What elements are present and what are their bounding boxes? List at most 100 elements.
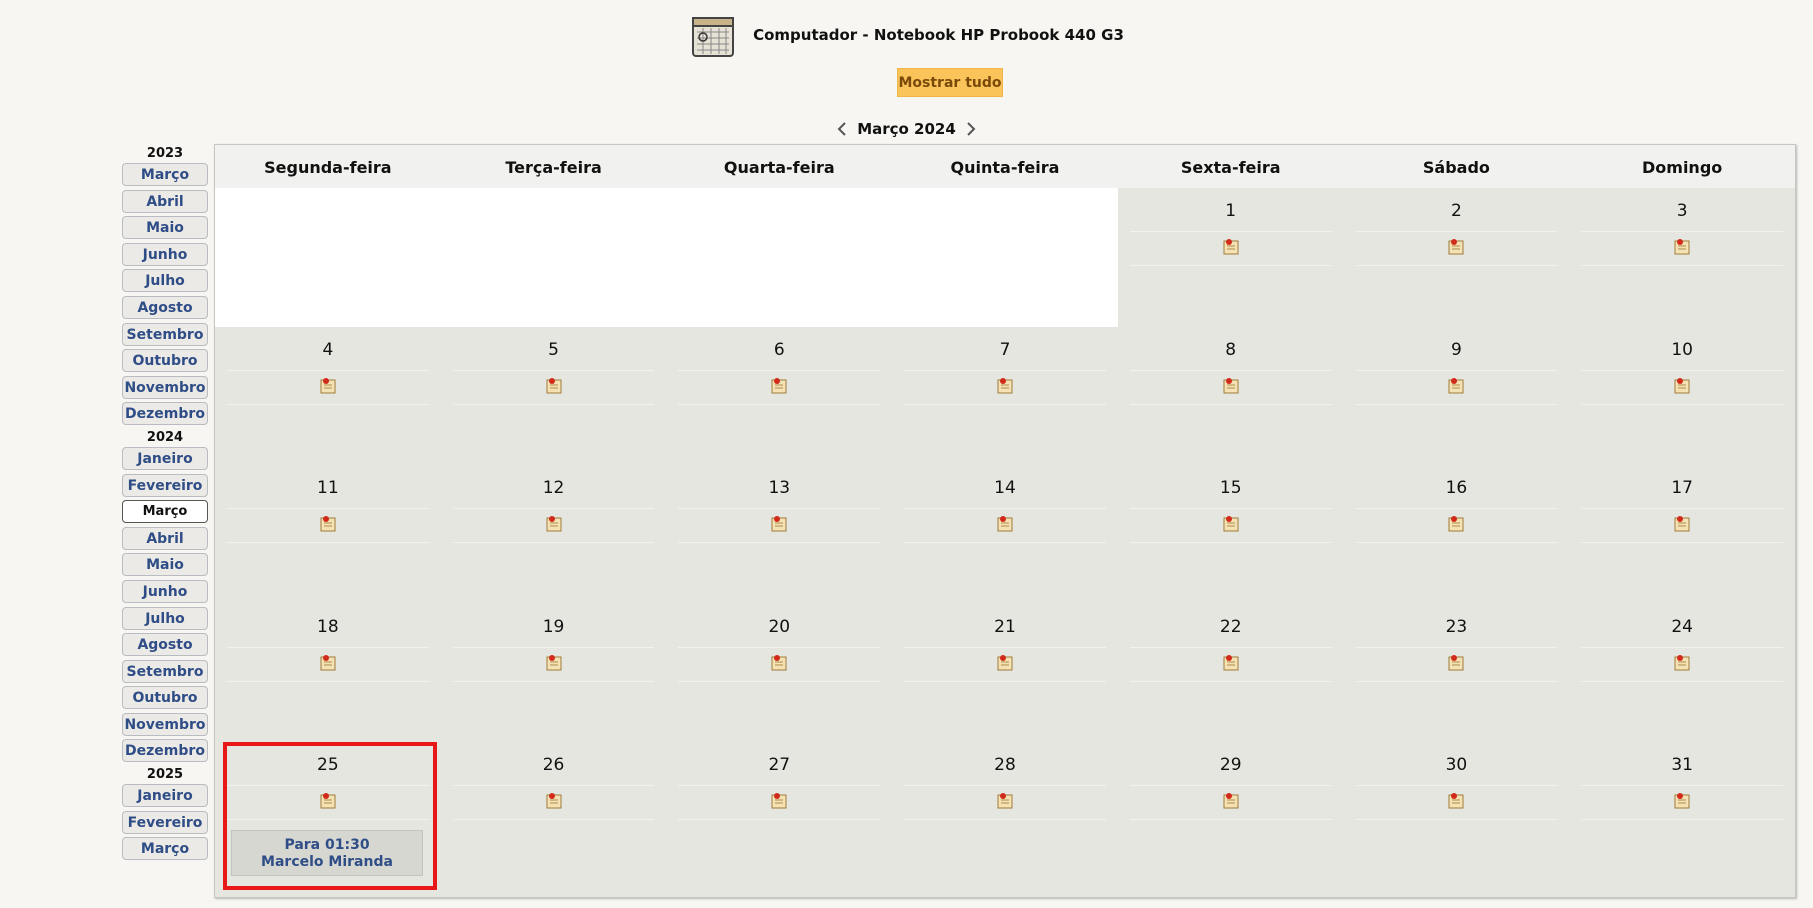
add-reservation-icon[interactable] [1221, 653, 1241, 673]
reservation-event[interactable]: Para 01:30 Marcelo Miranda [231, 830, 423, 876]
calendar-week: 1 2 3 [215, 188, 1795, 327]
day-cell[interactable]: 30 [1343, 742, 1570, 881]
month-button[interactable]: Fevereiro [122, 810, 208, 834]
day-cell[interactable]: 3 [1569, 188, 1795, 327]
day-cell[interactable]: 4 [215, 326, 441, 465]
month-button[interactable]: Outubro [122, 686, 208, 710]
day-cell[interactable]: 2 [1343, 188, 1570, 327]
add-reservation-icon[interactable] [769, 653, 789, 673]
add-reservation-icon[interactable] [1446, 791, 1466, 811]
day-cell[interactable]: 17 [1569, 465, 1795, 604]
day-cell[interactable]: 1 [1117, 188, 1344, 327]
add-reservation-icon[interactable] [995, 376, 1015, 396]
month-button[interactable]: Janeiro [122, 446, 208, 470]
day-cell[interactable]: 21 [892, 603, 1118, 742]
add-reservation-icon[interactable] [1221, 791, 1241, 811]
day-cell[interactable]: 24 [1569, 603, 1795, 742]
month-button[interactable]: Março [122, 837, 208, 861]
add-reservation-icon[interactable] [1672, 514, 1692, 534]
day-cell[interactable]: 25 Para 01:30 Marcelo Miranda [215, 742, 441, 881]
day-cell[interactable]: 14 [892, 465, 1118, 604]
month-button[interactable]: Fevereiro [122, 473, 208, 497]
add-reservation-icon[interactable] [1672, 237, 1692, 257]
day-cell[interactable]: 23 [1343, 603, 1570, 742]
add-reservation-icon[interactable] [1446, 514, 1466, 534]
chevron-right-icon[interactable] [964, 120, 978, 138]
add-reservation-icon[interactable] [318, 514, 338, 534]
month-button[interactable]: Março [122, 163, 208, 186]
month-button[interactable]: Outubro [122, 349, 208, 373]
month-button[interactable]: Novembro [122, 375, 208, 399]
day-cell[interactable]: 31 [1569, 742, 1795, 881]
day-cell[interactable]: 12 [440, 465, 667, 604]
day-cell[interactable]: 28 [892, 742, 1118, 881]
add-reservation-icon[interactable] [995, 653, 1015, 673]
add-reservation-icon[interactable] [544, 653, 564, 673]
month-button[interactable]: Setembro [122, 659, 208, 683]
chevron-left-icon[interactable] [835, 120, 849, 138]
month-button[interactable]: Dezembro [122, 402, 208, 426]
weekday-label: Quarta-feira [723, 158, 835, 177]
day-cell[interactable]: 9 [1343, 326, 1570, 465]
add-reservation-icon[interactable] [544, 791, 564, 811]
divider [227, 403, 429, 405]
day-cell[interactable]: 5 [440, 326, 667, 465]
add-reservation-icon[interactable] [995, 791, 1015, 811]
divider [1129, 231, 1332, 232]
day-cell[interactable]: 11 [215, 465, 441, 604]
month-button[interactable]: Dezembro [122, 739, 208, 763]
add-reservation-icon[interactable] [318, 791, 338, 811]
month-button[interactable]: Setembro [122, 322, 208, 346]
day-cell[interactable]: 20 [666, 603, 893, 742]
add-reservation-icon[interactable] [1446, 237, 1466, 257]
month-button[interactable]: Abril [122, 526, 208, 550]
day-cell[interactable]: 8 [1117, 326, 1344, 465]
month-button[interactable]: Janeiro [122, 784, 208, 808]
divider [1355, 542, 1558, 543]
day-cell[interactable]: 7 [892, 326, 1118, 465]
add-reservation-icon[interactable] [1221, 237, 1241, 257]
add-reservation-icon[interactable] [769, 514, 789, 534]
day-number: 9 [1451, 339, 1462, 360]
add-reservation-icon[interactable] [769, 791, 789, 811]
day-cell[interactable]: 19 [440, 603, 667, 742]
day-number: 14 [994, 478, 1016, 498]
month-button[interactable]: Maio [122, 216, 208, 240]
day-cell[interactable]: 29 [1117, 742, 1344, 881]
month-button[interactable]: Abril [122, 189, 208, 213]
add-reservation-icon[interactable] [544, 376, 564, 396]
month-button[interactable]: Março [122, 500, 208, 524]
day-cell[interactable]: 15 [1117, 465, 1344, 604]
month-button[interactable]: Junho [122, 579, 208, 603]
add-reservation-icon[interactable] [1672, 376, 1692, 396]
day-cell[interactable]: 13 [666, 465, 893, 604]
add-reservation-icon[interactable] [318, 376, 338, 396]
add-reservation-icon[interactable] [1221, 376, 1241, 396]
add-reservation-icon[interactable] [318, 653, 338, 673]
day-cell[interactable]: 27 [666, 742, 893, 881]
month-button[interactable]: Maio [122, 553, 208, 577]
add-reservation-icon[interactable] [544, 514, 564, 534]
month-button[interactable]: Julho [122, 269, 208, 293]
add-reservation-icon[interactable] [1446, 376, 1466, 396]
day-cell[interactable]: 16 [1343, 465, 1570, 604]
add-reservation-icon[interactable] [1221, 514, 1241, 534]
month-button[interactable]: Junho [122, 242, 208, 266]
add-reservation-icon[interactable] [995, 514, 1015, 534]
empty-day-cell [666, 188, 893, 327]
divider [1129, 369, 1332, 371]
day-cell[interactable]: 26 [440, 742, 667, 881]
add-reservation-icon[interactable] [1672, 791, 1692, 811]
month-button[interactable]: Agosto [122, 633, 208, 657]
month-button[interactable]: Agosto [122, 295, 208, 319]
show-all-button[interactable]: Mostrar tudo [897, 68, 1003, 97]
day-cell[interactable]: 6 [666, 326, 893, 465]
add-reservation-icon[interactable] [769, 376, 789, 396]
add-reservation-icon[interactable] [1672, 653, 1692, 673]
month-button[interactable]: Novembro [122, 712, 208, 736]
day-cell[interactable]: 22 [1117, 603, 1344, 742]
month-button[interactable]: Julho [122, 606, 208, 630]
day-cell[interactable]: 10 [1569, 326, 1795, 465]
day-cell[interactable]: 18 [215, 603, 441, 742]
add-reservation-icon[interactable] [1446, 653, 1466, 673]
